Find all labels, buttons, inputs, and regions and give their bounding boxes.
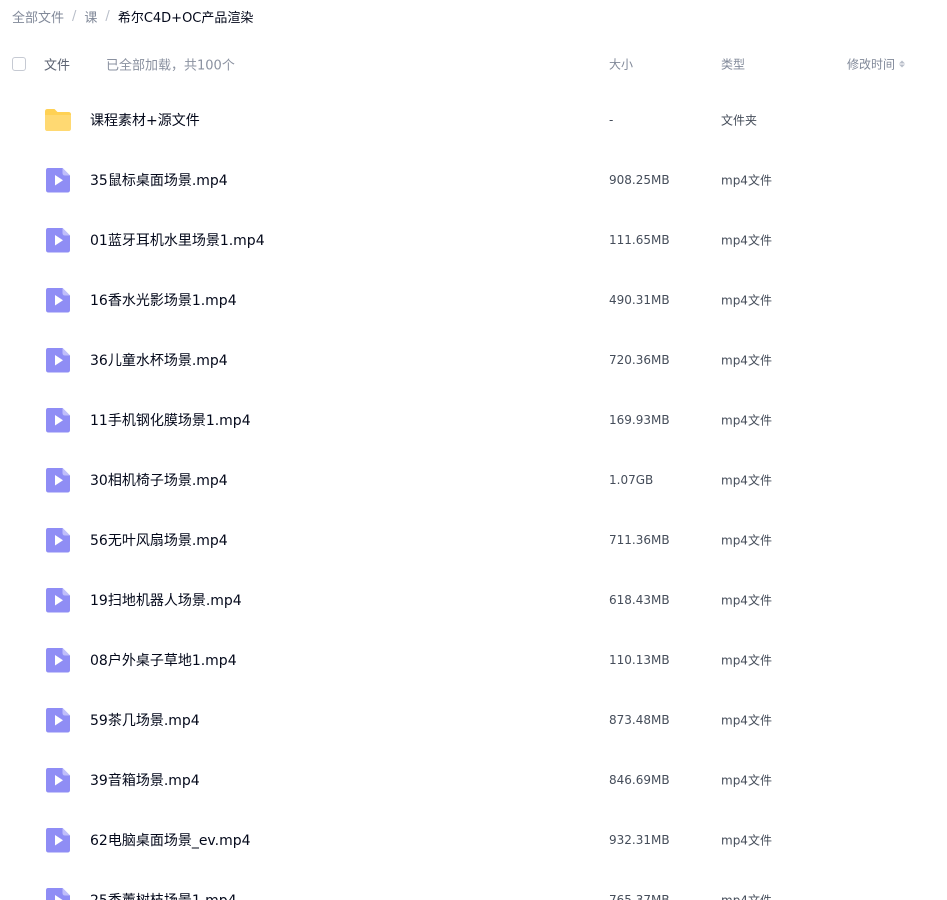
file-type: mp4文件 xyxy=(721,713,772,728)
file-row[interactable]: 62电脑桌面场景_ev.mp4 932.31MB mp4文件 xyxy=(0,810,947,870)
file-list: 课程素材+源文件 - 文件夹 35鼠标桌面场景.mp4 908.25MB mp4文件 01蓝… xyxy=(0,90,947,900)
file-type: mp4文件 xyxy=(721,413,772,428)
file-type: mp4文件 xyxy=(721,473,772,488)
video-file-icon xyxy=(43,885,73,900)
breadcrumb: 全部文件 / 课 / 希尔C4D+OC产品渲染 xyxy=(12,6,253,26)
file-type: mp4文件 xyxy=(721,533,772,548)
file-name[interactable]: 01蓝牙耳机水里场景1.mp4 xyxy=(90,230,265,250)
file-size: 720.36MB xyxy=(609,353,670,367)
file-size: 873.48MB xyxy=(609,713,670,727)
file-row[interactable]: 01蓝牙耳机水里场景1.mp4 111.65MB mp4文件 xyxy=(0,210,947,270)
file-size: 169.93MB xyxy=(609,413,670,427)
column-header-modified-time[interactable]: 修改时间 xyxy=(847,56,906,73)
file-type: mp4文件 xyxy=(721,593,772,608)
file-row[interactable]: 56无叶风扇场景.mp4 711.36MB mp4文件 xyxy=(0,510,947,570)
file-name[interactable]: 课程素材+源文件 xyxy=(90,110,200,130)
file-row[interactable]: 11手机钢化膜场景1.mp4 169.93MB mp4文件 xyxy=(0,390,947,450)
select-all-checkbox[interactable] xyxy=(12,57,26,71)
video-file-icon xyxy=(43,225,73,255)
video-file-icon xyxy=(43,165,73,195)
video-file-icon xyxy=(43,825,73,855)
file-name[interactable]: 36儿童水杯场景.mp4 xyxy=(90,350,228,370)
file-type: mp4文件 xyxy=(721,353,772,368)
file-size: 618.43MB xyxy=(609,593,670,607)
folder-icon xyxy=(43,105,73,135)
file-row[interactable]: 36儿童水杯场景.mp4 720.36MB mp4文件 xyxy=(0,330,947,390)
file-size: 111.65MB xyxy=(609,233,670,247)
file-row[interactable]: 59茶几场景.mp4 873.48MB mp4文件 xyxy=(0,690,947,750)
file-name[interactable]: 08户外桌子草地1.mp4 xyxy=(90,650,237,670)
file-browser: 全部文件 / 课 / 希尔C4D+OC产品渲染 文件 已全部加载，共100个 大… xyxy=(0,0,947,900)
video-file-icon xyxy=(43,645,73,675)
video-file-icon xyxy=(43,525,73,555)
file-name[interactable]: 62电脑桌面场景_ev.mp4 xyxy=(90,830,251,850)
file-name[interactable]: 25香薰树枝场景1.mp4 xyxy=(90,890,237,900)
file-size: 711.36MB xyxy=(609,533,670,547)
file-row[interactable]: 25香薰树枝场景1.mp4 765.37MB mp4文件 xyxy=(0,870,947,900)
breadcrumb-all-files[interactable]: 全部文件 xyxy=(12,7,64,26)
file-row[interactable]: 08户外桌子草地1.mp4 110.13MB mp4文件 xyxy=(0,630,947,690)
column-header-type: 类型 xyxy=(721,57,746,72)
column-header-modified-time-label: 修改时间 xyxy=(847,57,896,72)
file-name[interactable]: 16香水光影场景1.mp4 xyxy=(90,290,237,310)
file-type: mp4文件 xyxy=(721,892,772,900)
folder-row[interactable]: 课程素材+源文件 - 文件夹 xyxy=(0,90,947,150)
file-size: 846.69MB xyxy=(609,773,670,787)
file-type: mp4文件 xyxy=(721,233,772,248)
breadcrumb-separator: / xyxy=(72,8,77,24)
video-file-icon xyxy=(43,765,73,795)
file-size: - xyxy=(609,113,614,127)
file-type: mp4文件 xyxy=(721,653,772,668)
file-name[interactable]: 39音箱场景.mp4 xyxy=(90,770,200,790)
file-name[interactable]: 35鼠标桌面场景.mp4 xyxy=(90,170,228,190)
breadcrumb-separator: / xyxy=(105,8,110,24)
file-size: 908.25MB xyxy=(609,173,670,187)
file-name[interactable]: 19扫地机器人场景.mp4 xyxy=(90,590,242,610)
breadcrumb-current-folder: 希尔C4D+OC产品渲染 xyxy=(117,10,254,26)
file-name[interactable]: 56无叶风扇场景.mp4 xyxy=(90,530,228,550)
column-header-size: 大小 xyxy=(609,57,634,72)
column-header-name: 文件 xyxy=(44,58,71,74)
file-row[interactable]: 30相机椅子场景.mp4 1.07GB mp4文件 xyxy=(0,450,947,510)
file-type: mp4文件 xyxy=(721,293,772,308)
file-row[interactable]: 39音箱场景.mp4 846.69MB mp4文件 xyxy=(0,750,947,810)
sort-icon[interactable] xyxy=(899,60,906,68)
file-size: 765.37MB xyxy=(609,893,670,900)
video-file-icon xyxy=(43,705,73,735)
video-file-icon xyxy=(43,345,73,375)
file-name[interactable]: 30相机椅子场景.mp4 xyxy=(90,470,228,490)
video-file-icon xyxy=(43,585,73,615)
video-file-icon xyxy=(43,465,73,495)
file-row[interactable]: 35鼠标桌面场景.mp4 908.25MB mp4文件 xyxy=(0,150,947,210)
file-type: 文件夹 xyxy=(721,113,758,128)
file-size: 110.13MB xyxy=(609,653,670,667)
file-size: 490.31MB xyxy=(609,293,670,307)
breadcrumb-course[interactable]: 课 xyxy=(84,7,97,26)
file-row[interactable]: 16香水光影场景1.mp4 490.31MB mp4文件 xyxy=(0,270,947,330)
file-list-header: 文件 已全部加载，共100个 大小 类型 修改时间 xyxy=(0,44,947,84)
file-name[interactable]: 59茶几场景.mp4 xyxy=(90,710,200,730)
loaded-count-text: 已全部加载，共100个 xyxy=(106,58,235,74)
file-type: mp4文件 xyxy=(721,773,772,788)
video-file-icon xyxy=(43,285,73,315)
file-row[interactable]: 19扫地机器人场景.mp4 618.43MB mp4文件 xyxy=(0,570,947,630)
file-type: mp4文件 xyxy=(721,173,772,188)
file-name[interactable]: 11手机钢化膜场景1.mp4 xyxy=(90,410,251,430)
file-type: mp4文件 xyxy=(721,833,772,848)
video-file-icon xyxy=(43,405,73,435)
file-size: 932.31MB xyxy=(609,833,670,847)
file-size: 1.07GB xyxy=(609,473,654,487)
